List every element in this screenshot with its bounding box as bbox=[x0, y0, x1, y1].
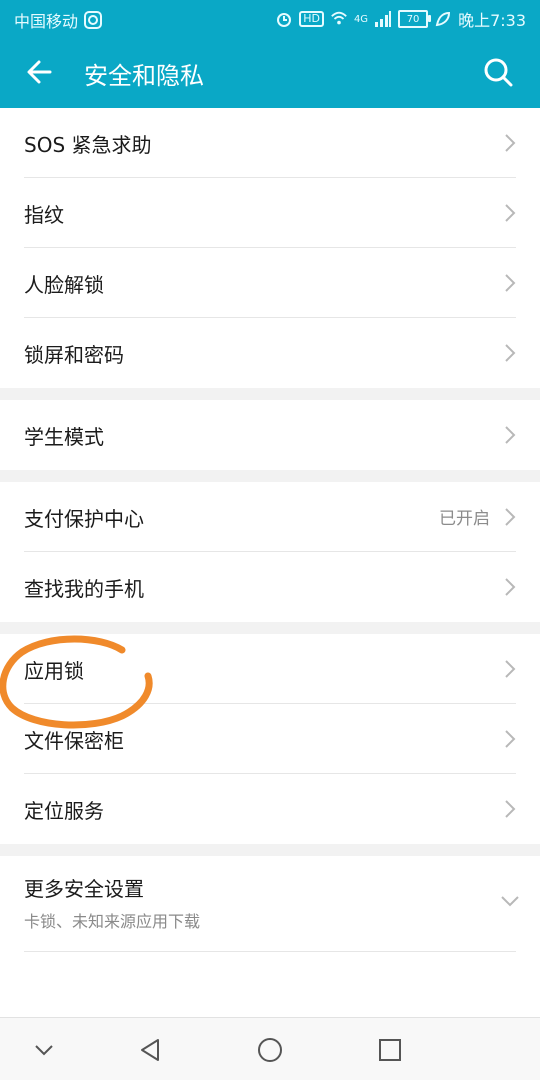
chevron-right-icon bbox=[505, 344, 516, 362]
item-label: 更多安全设置 bbox=[24, 876, 144, 901]
chevron-right-icon bbox=[505, 274, 516, 292]
chevron-right-icon bbox=[505, 426, 516, 444]
settings-item-lockscreen-password[interactable]: 锁屏和密码 bbox=[0, 318, 540, 388]
settings-group: 支付保护中心 已开启 查找我的手机 bbox=[0, 482, 540, 622]
chevron-right-icon bbox=[505, 508, 516, 526]
item-label: 学生模式 bbox=[24, 424, 104, 449]
time-label: 晚上7:33 bbox=[458, 11, 526, 30]
settings-group: 应用锁 文件保密柜 定位服务 bbox=[0, 634, 540, 844]
settings-item-face-unlock[interactable]: 人脸解锁 bbox=[0, 248, 540, 318]
settings-group: 更多安全设置 卡锁、未知来源应用下载 bbox=[0, 856, 540, 952]
item-label: 文件保密柜 bbox=[24, 728, 124, 753]
chevron-right-icon bbox=[505, 578, 516, 596]
settings-item-payment-protection[interactable]: 支付保护中心 已开启 bbox=[0, 482, 540, 552]
signal-icon bbox=[374, 10, 392, 28]
nav-back-button[interactable] bbox=[132, 1032, 168, 1068]
status-text: 已开启 bbox=[439, 509, 490, 529]
battery-icon: 70 bbox=[398, 10, 432, 28]
network-type-label: 4G bbox=[353, 13, 369, 25]
chevron-right-icon bbox=[505, 134, 516, 152]
settings-item-file-safe[interactable]: 文件保密柜 bbox=[0, 704, 540, 774]
leaf-icon bbox=[434, 10, 452, 28]
nav-hide-button[interactable] bbox=[26, 1032, 62, 1068]
item-label: 锁屏和密码 bbox=[24, 342, 124, 367]
settings-item-fingerprint[interactable]: 指纹 bbox=[0, 178, 540, 248]
carrier-label: 中国移动 bbox=[14, 12, 79, 31]
item-label: 应用锁 bbox=[24, 658, 84, 683]
system-navigation-bar bbox=[0, 1017, 540, 1080]
section-separator bbox=[0, 388, 540, 400]
back-triangle-icon bbox=[141, 1039, 159, 1061]
chevron-down-icon bbox=[35, 1045, 53, 1056]
section-separator bbox=[0, 622, 540, 634]
item-subtitle: 卡锁、未知来源应用下载 bbox=[24, 911, 201, 931]
settings-item-location-services[interactable]: 定位服务 bbox=[0, 774, 540, 844]
nav-home-button[interactable] bbox=[252, 1032, 288, 1068]
settings-list: SOS 紧急求助 指纹 人脸解锁 锁屏和密码 学生模式 支付保护中心 已开启 查… bbox=[0, 108, 540, 952]
item-label: SOS 紧急求助 bbox=[24, 132, 152, 157]
search-icon bbox=[484, 58, 513, 87]
divider bbox=[24, 951, 516, 952]
hd-icon: HD bbox=[299, 11, 324, 27]
settings-item-more-security[interactable]: 更多安全设置 卡锁、未知来源应用下载 bbox=[0, 856, 540, 952]
recents-square-icon bbox=[379, 1039, 401, 1061]
nav-recents-button[interactable] bbox=[372, 1032, 408, 1068]
item-label: 定位服务 bbox=[24, 798, 104, 823]
section-separator bbox=[0, 844, 540, 856]
page-title: 安全和隐私 bbox=[84, 62, 204, 90]
settings-item-app-lock[interactable]: 应用锁 bbox=[0, 634, 540, 704]
status-bar: 中国移动 HD 4G 70 晚上7:33 bbox=[0, 0, 540, 36]
battery-level: 70 bbox=[406, 13, 420, 25]
chevron-right-icon bbox=[505, 800, 516, 818]
section-separator bbox=[0, 470, 540, 482]
item-label: 人脸解锁 bbox=[24, 272, 104, 297]
settings-item-student-mode[interactable]: 学生模式 bbox=[0, 400, 540, 470]
search-button[interactable] bbox=[480, 54, 516, 90]
back-arrow-icon bbox=[27, 60, 52, 84]
home-circle-icon bbox=[258, 1038, 282, 1062]
chevron-down-icon bbox=[501, 896, 519, 907]
item-label: 指纹 bbox=[24, 202, 64, 227]
settings-item-find-my-phone[interactable]: 查找我的手机 bbox=[0, 552, 540, 622]
wifi-icon bbox=[330, 10, 348, 28]
back-button[interactable] bbox=[22, 54, 58, 90]
alarm-icon bbox=[275, 10, 293, 28]
chevron-right-icon bbox=[505, 730, 516, 748]
chevron-right-icon bbox=[505, 204, 516, 222]
item-label: 查找我的手机 bbox=[24, 576, 144, 601]
settings-group: 学生模式 bbox=[0, 400, 540, 470]
item-label: 支付保护中心 bbox=[24, 506, 144, 531]
settings-item-sos[interactable]: SOS 紧急求助 bbox=[0, 108, 540, 178]
app-notification-icon bbox=[84, 11, 103, 29]
app-bar: 安全和隐私 bbox=[0, 36, 540, 108]
settings-group: SOS 紧急求助 指纹 人脸解锁 锁屏和密码 bbox=[0, 108, 540, 388]
chevron-right-icon bbox=[505, 660, 516, 678]
